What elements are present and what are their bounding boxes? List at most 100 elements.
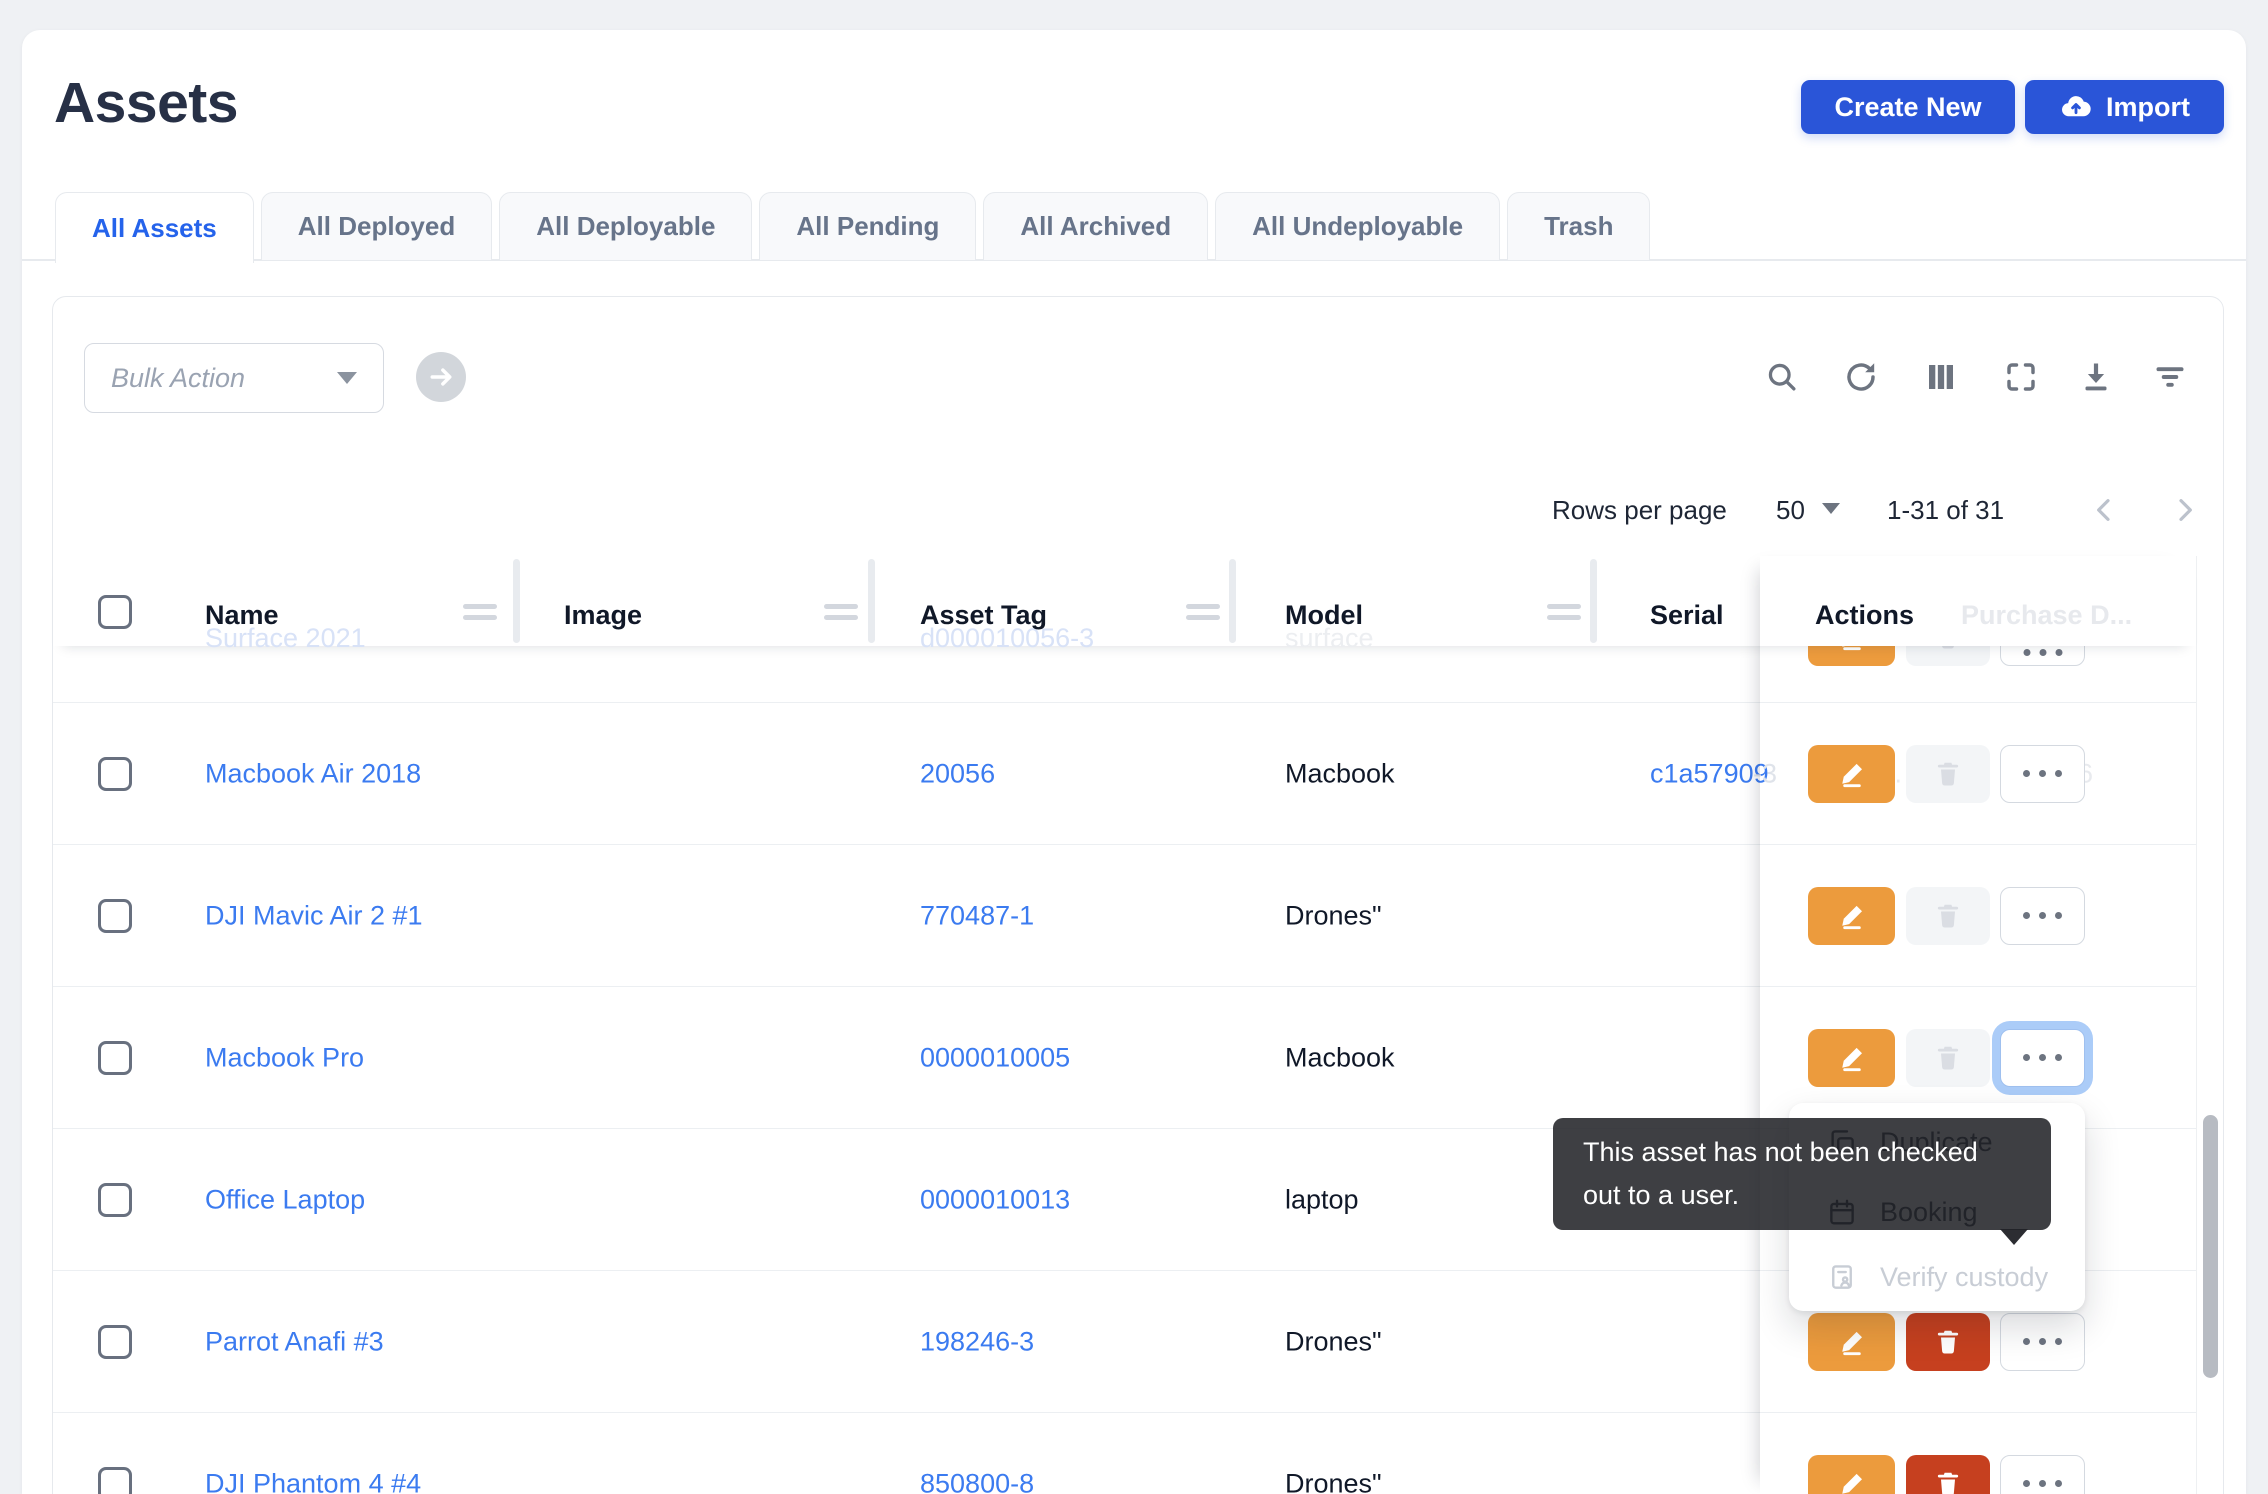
delete-asset-button (1906, 745, 1990, 803)
row-checkbox[interactable] (98, 757, 132, 791)
chevron-down-icon (337, 372, 357, 384)
column-separator[interactable] (868, 559, 875, 643)
table-row: Macbook Air 2018 20056 Macbook c1a57909 … (53, 703, 2196, 845)
download-icon[interactable] (2078, 359, 2114, 395)
asset-tag-link[interactable]: 850800-8 (920, 1468, 1034, 1494)
table-row: DJI Phantom 4 #4 850800-8 Drones" (53, 1413, 2196, 1494)
asset-tag-link[interactable]: 198246-3 (920, 1326, 1034, 1357)
column-header-asset-tag: Asset Tag (920, 600, 1047, 631)
ghost-serial-text: -3 (1753, 758, 1777, 789)
edit-asset-button[interactable] (1808, 1313, 1895, 1371)
asset-tag-link[interactable]: 0000010005 (920, 1042, 1070, 1073)
next-page-button[interactable] (2167, 492, 2203, 528)
tooltip-text: This asset has not been checked out to a… (1583, 1137, 1978, 1210)
row-checkbox[interactable] (98, 1325, 132, 1359)
column-header-serial: Serial (1650, 600, 1724, 631)
more-actions-button-focused[interactable] (2000, 1029, 2085, 1087)
bulk-action-placeholder: Bulk Action (111, 363, 245, 394)
column-drag-handle[interactable] (824, 604, 858, 626)
rows-per-page-value[interactable]: 50 (1776, 495, 1805, 526)
app-screen: Assets Create New Import All Assets All … (0, 0, 2268, 1494)
column-drag-handle[interactable] (463, 604, 497, 626)
tabs: All Assets All Deployed All Deployable A… (55, 192, 1650, 263)
tooltip-caret (2000, 1229, 2028, 1245)
delete-asset-button (1906, 1029, 1990, 1087)
ellipsis-icon (2023, 649, 2062, 656)
tab-all-assets[interactable]: All Assets (55, 192, 254, 263)
tab-all-deployable[interactable]: All Deployable (499, 192, 752, 261)
asset-serial-link[interactable]: c1a57909 (1650, 758, 1769, 789)
tab-trash[interactable]: Trash (1507, 192, 1650, 261)
tooltip: This asset has not been checked out to a… (1553, 1118, 2051, 1230)
ellipsis-icon (2023, 1054, 2062, 1061)
bulk-action-select[interactable]: Bulk Action (84, 343, 384, 413)
edit-asset-button[interactable] (1808, 1029, 1895, 1087)
menu-item-label: Verify custody (1880, 1262, 2048, 1293)
import-label: Import (2106, 92, 2190, 123)
import-button[interactable]: Import (2025, 80, 2224, 134)
row-checkbox[interactable] (98, 1041, 132, 1075)
create-new-label: Create New (1834, 92, 1981, 123)
asset-model: laptop (1285, 1184, 1359, 1215)
asset-model: Macbook (1285, 758, 1395, 789)
asset-model: Drones" (1285, 900, 1382, 931)
delete-asset-button[interactable] (1906, 1455, 1990, 1494)
search-icon[interactable] (1764, 359, 1800, 395)
ellipsis-icon (2023, 770, 2062, 777)
asset-name-link[interactable]: Macbook Pro (205, 1042, 364, 1073)
row-checkbox[interactable] (98, 1467, 132, 1494)
delete-asset-button (1906, 887, 1990, 945)
tab-all-undeployable[interactable]: All Undeployable (1215, 192, 1500, 261)
asset-name-link[interactable]: Office Laptop (205, 1184, 365, 1215)
filter-icon[interactable] (2152, 359, 2188, 395)
column-header-model: Model (1285, 600, 1363, 631)
rows-per-page-caret-icon[interactable] (1822, 503, 1840, 514)
column-separator[interactable] (1590, 559, 1597, 643)
delete-asset-button[interactable] (1906, 1313, 1990, 1371)
column-separator[interactable] (513, 559, 520, 643)
ghost-column-header-purchase-date: Purchase D... (1961, 600, 2132, 631)
asset-name-link[interactable]: DJI Mavic Air 2 #1 (205, 900, 423, 931)
cloud-upload-icon (2059, 90, 2093, 124)
table-right-edge (2196, 556, 2197, 1494)
edit-asset-button[interactable] (1808, 1455, 1895, 1494)
tab-all-archived[interactable]: All Archived (983, 192, 1208, 261)
select-all-checkbox[interactable] (98, 595, 132, 629)
row-checkbox[interactable] (98, 899, 132, 933)
ellipsis-icon (2023, 1480, 2062, 1487)
asset-name-link[interactable]: Macbook Air 2018 (205, 758, 421, 789)
asset-name-link[interactable]: DJI Phantom 4 #4 (205, 1468, 421, 1494)
more-actions-button[interactable] (2000, 887, 2085, 945)
vertical-scrollbar-thumb[interactable] (2203, 1115, 2218, 1378)
menu-item-verify-custody: Verify custody (1789, 1249, 2085, 1305)
more-actions-button[interactable] (2000, 1313, 2085, 1371)
columns-icon[interactable] (1923, 359, 1959, 395)
edit-asset-button[interactable] (1808, 887, 1895, 945)
custody-icon (1827, 1262, 1857, 1292)
more-actions-button[interactable] (2000, 1455, 2085, 1494)
asset-tag-link[interactable]: 20056 (920, 758, 995, 789)
column-drag-handle[interactable] (1547, 604, 1581, 626)
tab-all-pending[interactable]: All Pending (759, 192, 976, 261)
asset-model: Drones" (1285, 1326, 1382, 1357)
row-checkbox[interactable] (98, 1183, 132, 1217)
arrow-right-icon (426, 362, 456, 392)
more-actions-button[interactable] (2000, 745, 2085, 803)
column-header-image: Image (564, 600, 642, 631)
page-title: Assets (54, 70, 238, 136)
table-row: DJI Mavic Air 2 #1 770487-1 Drones" (53, 845, 2196, 987)
create-new-button[interactable]: Create New (1801, 80, 2015, 134)
fullscreen-icon[interactable] (2003, 359, 2039, 395)
column-separator[interactable] (1229, 559, 1236, 643)
column-drag-handle[interactable] (1186, 604, 1220, 626)
previous-page-button[interactable] (2086, 492, 2122, 528)
apply-bulk-action-button[interactable] (416, 352, 466, 402)
tab-all-deployed[interactable]: All Deployed (261, 192, 492, 261)
ellipsis-icon (2023, 1338, 2062, 1345)
asset-tag-link[interactable]: 0000010013 (920, 1184, 1070, 1215)
refresh-icon[interactable] (1843, 359, 1879, 395)
column-header-actions: Actions (1815, 600, 1914, 631)
asset-tag-link[interactable]: 770487-1 (920, 900, 1034, 931)
asset-name-link[interactable]: Parrot Anafi #3 (205, 1326, 384, 1357)
edit-asset-button[interactable] (1808, 745, 1895, 803)
